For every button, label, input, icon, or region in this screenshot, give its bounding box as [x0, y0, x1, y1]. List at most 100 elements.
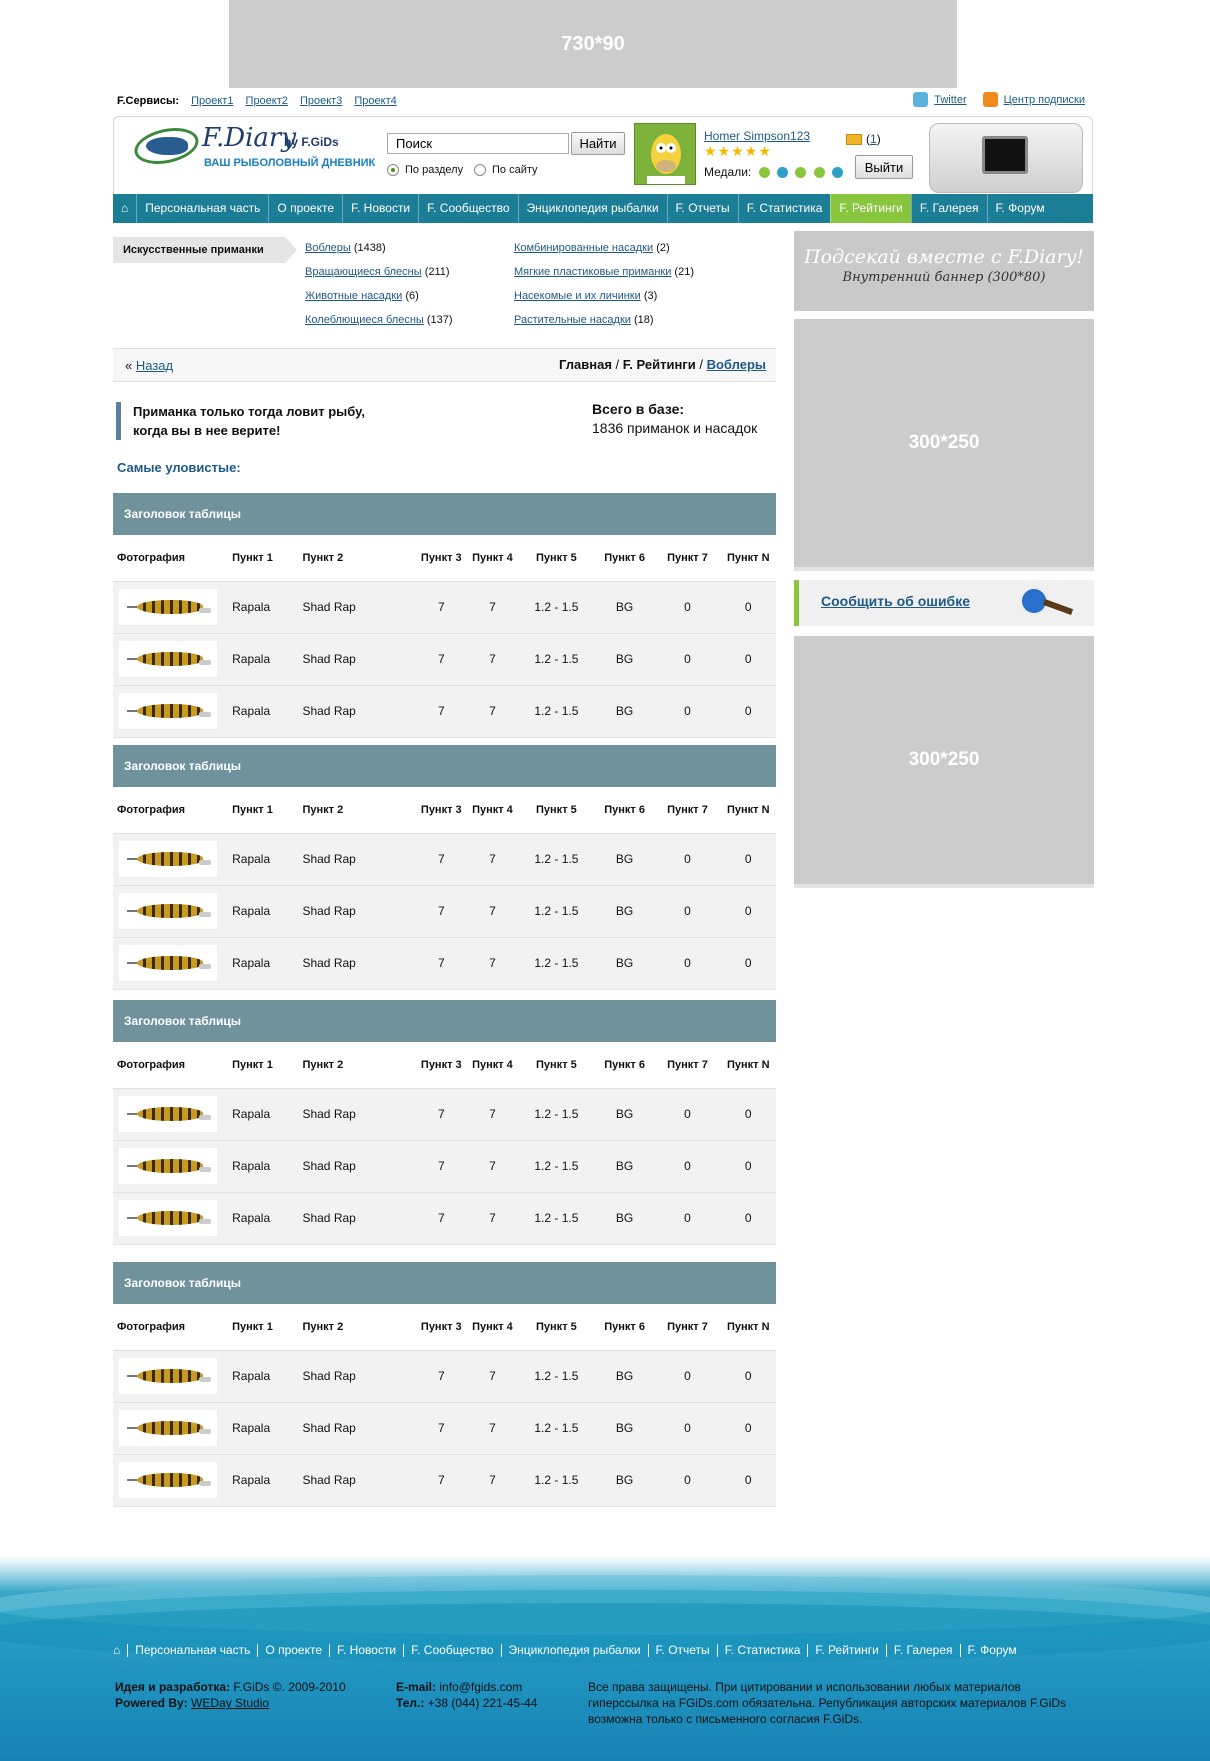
lure-image[interactable]: [119, 1200, 217, 1236]
category-link-name[interactable]: Комбинированные насадки: [514, 242, 653, 254]
column-header[interactable]: Фотография: [113, 1304, 229, 1351]
category-link-name[interactable]: Насекомые и их личинки: [514, 290, 641, 302]
footer-nav-item[interactable]: F. Рейтинги: [807, 1644, 885, 1657]
column-header[interactable]: Пункт 4: [466, 1042, 519, 1089]
category-link[interactable]: Колеблющиеся блесны (137): [305, 314, 453, 326]
category-link[interactable]: Мягкие пластиковые приманки (21): [514, 266, 694, 278]
home-icon[interactable]: ⌂: [121, 201, 128, 215]
category-link-name[interactable]: Вращающиеся блесны: [305, 266, 422, 278]
nav-home[interactable]: ⌂: [113, 194, 136, 223]
back-link[interactable]: « Назад: [125, 358, 173, 373]
service-link-3[interactable]: Проект3: [300, 95, 342, 107]
search-input[interactable]: [387, 133, 569, 154]
category-link-name[interactable]: Растительные насадки: [514, 314, 631, 326]
internal-banner[interactable]: Подсекай вместе с F.Diary! Внутренний ба…: [794, 231, 1094, 311]
radio-unchecked-icon[interactable]: [474, 164, 486, 177]
nav-ratings[interactable]: F. Рейтинги: [830, 194, 911, 223]
service-link-2[interactable]: Проект2: [246, 95, 288, 107]
footer-nav-item[interactable]: F. Галерея: [885, 1644, 960, 1657]
table-row[interactable]: Rapala Shad Rap 7 7 1.2 - 1.5 BG 0 0: [113, 633, 776, 686]
column-header[interactable]: Пункт 3: [415, 1042, 467, 1089]
side-ad-1[interactable]: 300*250: [794, 319, 1094, 571]
side-ad-2[interactable]: 300*250: [794, 636, 1094, 888]
lure-image[interactable]: [119, 1410, 217, 1446]
column-header[interactable]: Пункт 2: [298, 1042, 416, 1089]
lure-image[interactable]: [119, 1358, 217, 1394]
column-header[interactable]: Пункт 1: [228, 1304, 299, 1351]
medal-icon[interactable]: [795, 167, 807, 179]
report-error-box[interactable]: Сообщить об ошибке: [794, 580, 1094, 626]
lure-image[interactable]: [119, 1096, 217, 1132]
column-header[interactable]: Пункт 3: [415, 787, 467, 834]
category-link[interactable]: Насекомые и их личинки (3): [514, 290, 657, 302]
table-row[interactable]: Rapala Shad Rap 7 7 1.2 - 1.5 BG 0 0: [113, 685, 776, 738]
column-header[interactable]: Пункт 7: [654, 1304, 721, 1351]
category-link[interactable]: Растительные насадки (18): [514, 314, 654, 326]
column-header[interactable]: Пункт N: [720, 1304, 776, 1351]
lure-image[interactable]: [119, 1462, 217, 1498]
logo-title[interactable]: F.Diary: [202, 123, 296, 153]
column-header[interactable]: Пункт 5: [518, 787, 595, 834]
column-header[interactable]: Пункт 1: [228, 1042, 299, 1089]
breadcrumb-current[interactable]: Воблеры: [707, 357, 766, 372]
category-link[interactable]: Животные насадки (6): [305, 290, 419, 302]
lure-image[interactable]: [119, 589, 217, 625]
service-link-1[interactable]: Проект1: [191, 95, 233, 107]
medal-icon[interactable]: [813, 167, 825, 179]
footer-nav-item[interactable]: О проекте: [257, 1644, 329, 1657]
column-header[interactable]: Пункт 5: [518, 535, 595, 582]
mail-icon[interactable]: [846, 134, 862, 146]
category-link-name[interactable]: Животные насадки: [305, 290, 402, 302]
nav-community[interactable]: F. Сообщество: [418, 194, 517, 223]
table-row[interactable]: Rapala Shad Rap 7 7 1.2 - 1.5 BG 0 0: [113, 1192, 776, 1245]
column-header[interactable]: Пункт 4: [466, 1304, 519, 1351]
column-header[interactable]: Фотография: [113, 787, 229, 834]
column-header[interactable]: Фотография: [113, 535, 229, 582]
nav-gallery[interactable]: F. Галерея: [910, 194, 987, 223]
device-promo[interactable]: [929, 123, 1083, 193]
column-header[interactable]: Пункт 6: [594, 1304, 655, 1351]
column-header[interactable]: Пункт 3: [415, 1304, 467, 1351]
nav-reports[interactable]: F. Отчеты: [666, 194, 738, 223]
subscribe-link[interactable]: Центр подписки: [1004, 94, 1085, 106]
column-header[interactable]: Пункт 6: [594, 1042, 655, 1089]
nav-news[interactable]: F. Новости: [342, 194, 418, 223]
table-row[interactable]: Rapala Shad Rap 7 7 1.2 - 1.5 BG 0 0: [113, 1454, 776, 1507]
column-header[interactable]: Пункт 6: [594, 535, 655, 582]
footer-home-icon[interactable]: ⌂: [113, 1644, 127, 1657]
column-header[interactable]: Пункт 2: [298, 787, 416, 834]
medal-icon[interactable]: [758, 167, 770, 179]
table-row[interactable]: Rapala Shad Rap 7 7 1.2 - 1.5 BG 0 0: [113, 1350, 776, 1403]
footer-nav-item[interactable]: F. Сообщество: [403, 1644, 500, 1657]
lure-image[interactable]: [119, 893, 217, 929]
nav-encyclopedia[interactable]: Энциклопедия рыбалки: [517, 194, 667, 223]
column-header[interactable]: Пункт 7: [654, 1042, 721, 1089]
footer-nav-item[interactable]: F. Форум: [959, 1644, 1024, 1657]
twitter-link[interactable]: Twitter: [934, 94, 966, 106]
messages-count[interactable]: 1: [870, 132, 877, 146]
category-link[interactable]: Воблеры (1438): [305, 242, 386, 254]
column-header[interactable]: Пункт 7: [654, 787, 721, 834]
category-link[interactable]: Вращающиеся блесны (211): [305, 266, 450, 278]
lure-image[interactable]: [119, 693, 217, 729]
category-link-name[interactable]: Воблеры: [305, 242, 351, 254]
column-header[interactable]: Пункт 1: [228, 535, 299, 582]
rss-icon[interactable]: [982, 92, 998, 107]
column-header[interactable]: Пункт N: [720, 787, 776, 834]
messages[interactable]: (1): [846, 132, 881, 146]
column-header[interactable]: Пункт N: [720, 535, 776, 582]
table-row[interactable]: Rapala Shad Rap 7 7 1.2 - 1.5 BG 0 0: [113, 1140, 776, 1193]
category-link[interactable]: Комбинированные насадки (2): [514, 242, 670, 254]
lure-image[interactable]: [119, 945, 217, 981]
column-header[interactable]: Пункт 7: [654, 535, 721, 582]
top-banner-ad[interactable]: 730*90: [229, 0, 957, 88]
lure-image[interactable]: [119, 641, 217, 677]
column-header[interactable]: Пункт 6: [594, 787, 655, 834]
medal-icon[interactable]: [831, 167, 843, 179]
footer-nav-item[interactable]: F. Новости: [329, 1644, 403, 1657]
column-header[interactable]: Пункт 5: [518, 1304, 595, 1351]
email-value[interactable]: info@fgids.com: [439, 1680, 522, 1694]
report-error-link[interactable]: Сообщить об ошибке: [821, 593, 970, 609]
column-header[interactable]: Пункт 5: [518, 1042, 595, 1089]
category-link-name[interactable]: Мягкие пластиковые приманки: [514, 266, 671, 278]
